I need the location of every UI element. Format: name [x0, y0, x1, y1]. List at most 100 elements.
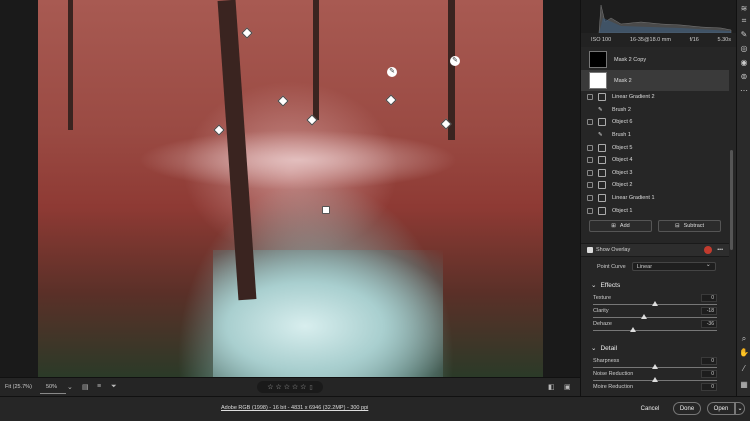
zoom-level[interactable]: 50%: [46, 384, 57, 390]
workflow-options-link[interactable]: Adobe RGB (1998) - 16 bit - 4831 x 6946 …: [221, 405, 368, 411]
effects-header[interactable]: ⌄ Effects: [591, 281, 620, 290]
visibility-icon[interactable]: [587, 107, 593, 113]
panel-scrollbar[interactable]: [730, 150, 733, 250]
subtract-icon: ⊟: [674, 222, 680, 229]
add-subtract-row: ⊞ Add ⊟ Subtract: [581, 217, 729, 235]
shutter-value: 5.30s: [717, 37, 731, 43]
slider-knob[interactable]: [640, 314, 647, 319]
mask-component[interactable]: Object 1: [581, 204, 729, 217]
crop-icon[interactable]: ⌗: [739, 16, 749, 26]
photo-preview[interactable]: ✎ ✎: [38, 0, 543, 377]
slider-value[interactable]: 0: [701, 357, 717, 365]
mask-component[interactable]: Linear Gradient 2: [581, 91, 729, 104]
point-curve-label: Point Curve: [597, 263, 626, 270]
sort-icon[interactable]: ≡: [97, 383, 101, 390]
more-icon[interactable]: ⋯: [739, 86, 749, 96]
mask-component[interactable]: ✎ Brush 1: [581, 129, 729, 142]
moire-reduction-slider[interactable]: Moire Reduction 0: [591, 383, 723, 394]
more-icon[interactable]: •••: [717, 247, 723, 253]
slider-value[interactable]: -18: [701, 307, 717, 315]
aperture-value: f/16: [689, 37, 699, 43]
mask-component[interactable]: Object 4: [581, 154, 729, 167]
slider-knob[interactable]: [629, 327, 636, 332]
object-icon: [598, 181, 606, 190]
detail-header[interactable]: ⌄ Detail: [591, 344, 617, 353]
brush-icon: ✎: [598, 132, 603, 139]
mask-thumbnail: [589, 51, 607, 68]
mask-item[interactable]: Mask 2 Copy: [581, 49, 729, 70]
slider-value[interactable]: 0: [701, 370, 717, 378]
gradient-pin[interactable]: [322, 206, 330, 214]
presets-icon[interactable]: ⊚: [739, 72, 749, 82]
brush-pin[interactable]: ✎: [450, 56, 460, 66]
fit-zoom-button[interactable]: Fit (25.7%): [5, 384, 32, 390]
slider-knob[interactable]: [652, 364, 658, 369]
brush-pin[interactable]: ✎: [387, 67, 397, 77]
filter-icon[interactable]: ⏷: [111, 383, 117, 391]
image-canvas[interactable]: ✎ ✎: [0, 0, 580, 377]
slider-track[interactable]: [593, 317, 717, 318]
mask-component[interactable]: Object 6: [581, 116, 729, 129]
heal-icon[interactable]: ✎: [739, 30, 749, 40]
hand-icon[interactable]: ✋: [739, 348, 749, 358]
mask-component[interactable]: Object 3: [581, 167, 729, 180]
slider-value[interactable]: -36: [701, 320, 717, 328]
histogram[interactable]: [581, 0, 737, 33]
visibility-icon[interactable]: [587, 207, 593, 214]
masking-icon[interactable]: ◎: [739, 44, 749, 54]
tree-trunk: [448, 0, 455, 140]
grid-icon[interactable]: ▦: [739, 380, 749, 390]
object-icon: [598, 156, 606, 165]
visibility-icon[interactable]: [587, 169, 593, 176]
slider-value[interactable]: 0: [701, 294, 717, 302]
add-icon: ⊞: [611, 222, 616, 229]
mask-item-selected[interactable]: Mask 2: [581, 70, 729, 91]
mask-component[interactable]: Object 5: [581, 141, 729, 154]
open-button[interactable]: Open: [707, 402, 735, 415]
visibility-icon[interactable]: [587, 157, 593, 164]
zoom-icon[interactable]: ⌕: [739, 334, 749, 344]
footer-bar: Adobe RGB (1998) - 16 bit - 4831 x 6946 …: [0, 396, 750, 421]
edit-icon[interactable]: ≋: [739, 4, 749, 14]
open-options-button[interactable]: ⌄: [735, 402, 745, 415]
visibility-icon[interactable]: [587, 182, 593, 189]
mask-component[interactable]: ✎ Brush 2: [581, 104, 729, 117]
before-after-icon[interactable]: ◧: [548, 383, 555, 391]
visibility-icon[interactable]: [587, 144, 593, 151]
add-button[interactable]: ⊞ Add: [589, 219, 652, 232]
subtract-button[interactable]: ⊟ Subtract: [658, 219, 721, 232]
show-overlay-checkbox[interactable]: [587, 247, 593, 253]
redeye-icon[interactable]: ◉: [739, 58, 749, 68]
chevron-down-icon[interactable]: ⌄: [67, 383, 73, 391]
mask-pin[interactable]: [241, 27, 253, 39]
visibility-icon[interactable]: [587, 195, 593, 202]
slider-knob[interactable]: [652, 301, 658, 306]
object-icon: [598, 118, 606, 127]
mask-pin[interactable]: [385, 94, 397, 106]
point-curve-select[interactable]: Linear: [631, 261, 716, 271]
mask-component[interactable]: Object 2: [581, 179, 729, 192]
component-label: Object 4: [612, 157, 633, 164]
visibility-icon[interactable]: [587, 94, 593, 101]
mask-pin[interactable]: [277, 95, 289, 107]
visibility-icon[interactable]: [587, 132, 593, 138]
star-rating[interactable]: ☆ ☆ ☆ ☆ ☆ ▯: [257, 381, 323, 393]
eyedropper-icon[interactable]: ⁄: [739, 364, 749, 374]
split-view-icon[interactable]: ▣: [564, 383, 571, 391]
trash-icon[interactable]: ▯: [309, 384, 312, 391]
slider-track[interactable]: [593, 330, 717, 331]
dehaze-slider[interactable]: Dehaze -36: [591, 320, 723, 334]
slider-value[interactable]: 0: [701, 383, 717, 391]
mask-thumbnail: [589, 72, 607, 89]
mask-component[interactable]: Linear Gradient 1: [581, 192, 729, 205]
camera-raw-window: ✎ ✎ Fit (25.7%) 50% ⌄ ▤ ≡ ⏷ ☆ ☆ ☆ ☆ ☆ ▯ …: [0, 0, 750, 421]
star-icons[interactable]: ☆ ☆ ☆ ☆ ☆: [267, 383, 306, 391]
overlay-color-swatch[interactable]: [704, 246, 713, 254]
visibility-icon[interactable]: [587, 119, 593, 126]
gradient-icon: [598, 93, 606, 102]
slider-knob[interactable]: [652, 377, 658, 382]
filmstrip-icon[interactable]: ▤: [82, 383, 89, 391]
object-icon: [598, 168, 606, 177]
cancel-button[interactable]: Cancel: [636, 402, 664, 415]
done-button[interactable]: Done: [673, 402, 701, 415]
